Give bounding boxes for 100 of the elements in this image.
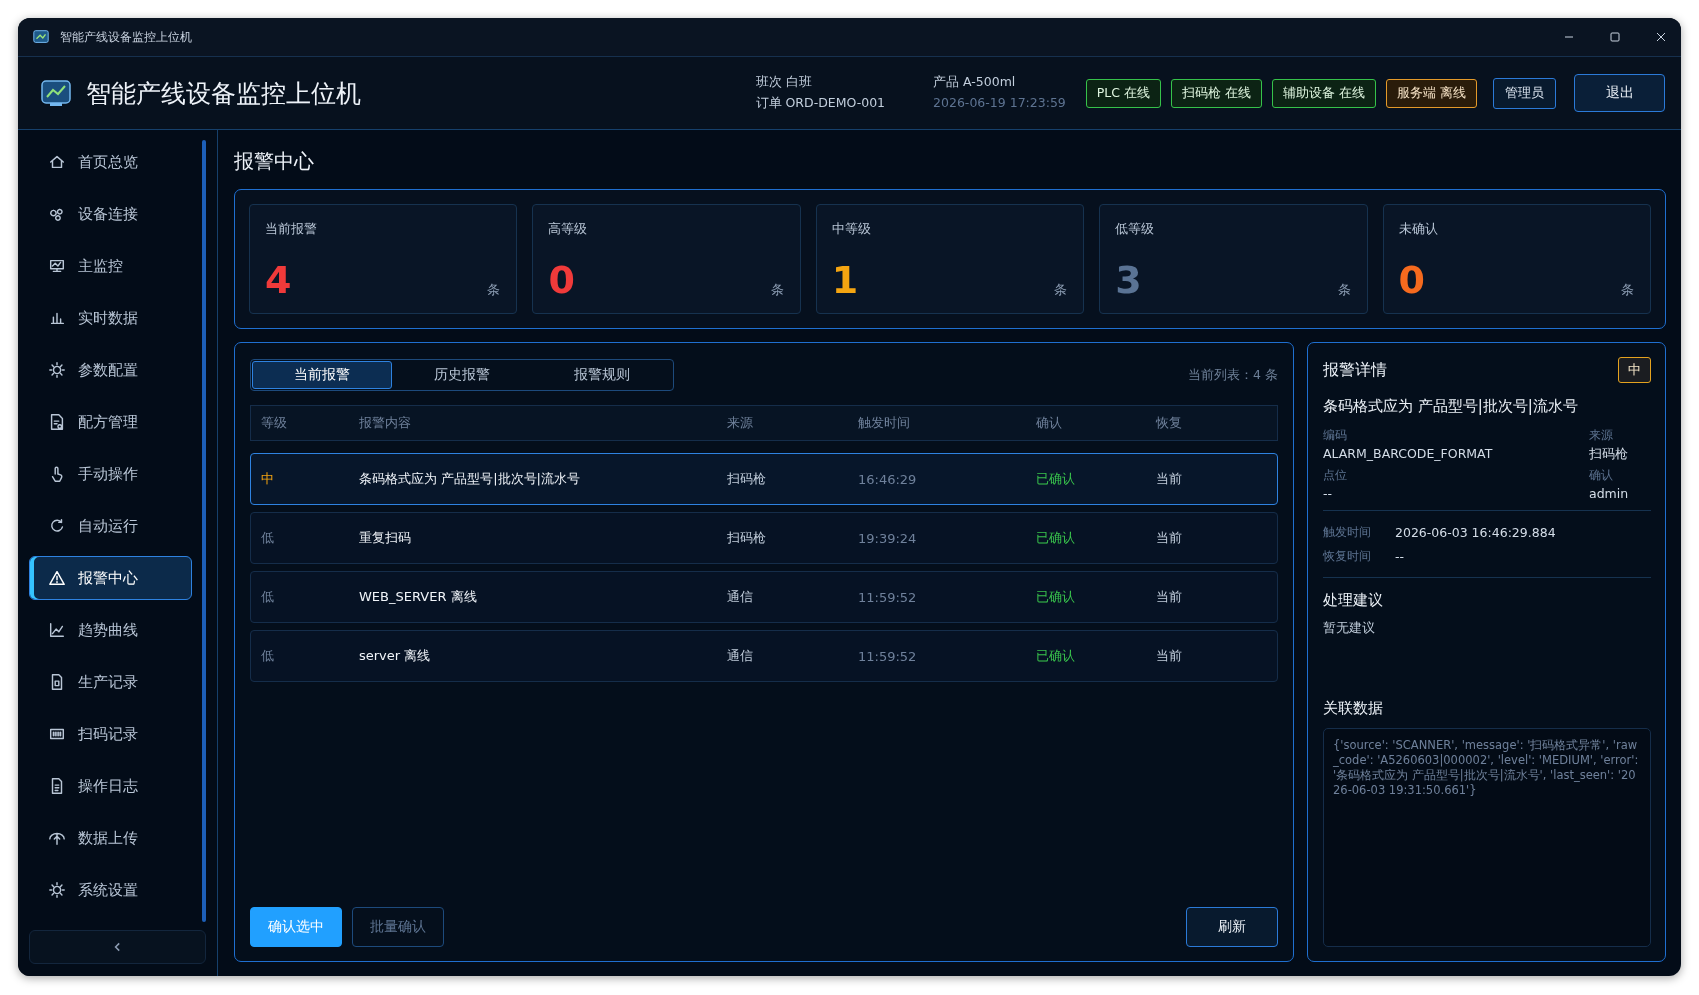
table-cell-text: 11:59:52: [858, 589, 918, 605]
stat-label: 高等级: [548, 221, 589, 238]
table-cell-text: 通信: [727, 647, 754, 665]
stat-unit: 条: [487, 281, 501, 299]
document-icon: [48, 413, 66, 431]
sidebar-item[interactable]: 设备连接: [29, 192, 192, 236]
table-row[interactable]: 低 重复扫码 扫码枪 19:39:24 已确认 当前: [250, 512, 1278, 564]
close-icon[interactable]: [1655, 31, 1667, 43]
date-time: 2026-06-19 17:23:59: [933, 95, 1066, 110]
related-data-text: {'source': 'SCANNER', 'message': '扫码格式异常', 'raw_code': 'A5260603|000002', 'level': 'MEDIUM', 'error': '条码格式应为 产品型号|批次号|流水号', 'last_seen': '2026-06-03 19:31:50.661'}: [1333, 738, 1640, 798]
column-header: 报警内容: [359, 414, 412, 432]
column-header: 等级: [261, 414, 288, 432]
status-badge: 服务端 离线: [1386, 78, 1477, 108]
field-label: 触发时间: [1323, 524, 1372, 540]
table-cell-text: 19:39:24: [858, 530, 918, 546]
column-header: 恢复: [1156, 414, 1183, 432]
logout-button[interactable]: 退出: [1574, 74, 1665, 112]
sidebar-item[interactable]: 生产记录: [29, 660, 192, 704]
tab[interactable]: 当前报警: [252, 361, 392, 389]
sidebar-item[interactable]: 主监控: [29, 244, 192, 288]
field-label: 来源: [1589, 428, 1614, 443]
sidebar-item[interactable]: 操作日志: [29, 764, 192, 808]
stat-value: 1: [831, 261, 859, 299]
tab[interactable]: 报警规则: [532, 361, 672, 389]
table-cell-text: server 离线: [359, 647, 432, 665]
table-cell-text: 11:59:52: [858, 648, 918, 664]
status-badge: 扫码枪 在线: [1171, 78, 1263, 108]
sidebar-item[interactable]: 系统设置: [29, 868, 192, 912]
sidebar-item[interactable]: 自动运行: [29, 504, 192, 548]
stat-label: 未确认: [1398, 221, 1439, 238]
table-cell-text: 条码格式应为 产品型号|批次号|流水号: [359, 470, 581, 488]
stat-value: 3: [1115, 261, 1142, 299]
field-value: admin: [1589, 486, 1630, 501]
table-cell-text: 通信: [727, 588, 754, 606]
monitor-icon: [48, 257, 66, 275]
field-value: --: [1395, 548, 1405, 564]
level-cell-text: 低: [261, 588, 275, 606]
home-icon: [48, 153, 66, 171]
table-cell-text: 扫码枪: [727, 529, 767, 547]
page-title: 报警中心: [234, 148, 315, 175]
stat-unit: 条: [1337, 281, 1351, 299]
user-button[interactable]: 管理员: [1493, 77, 1556, 109]
field-value: 2026-06-03 16:46:29.884: [1395, 524, 1556, 540]
column-header: 确认: [1036, 414, 1063, 432]
maximize-icon[interactable]: [1609, 31, 1621, 43]
table-cell-text: 16:46:29: [858, 471, 918, 487]
stat-label: 中等级: [831, 221, 872, 238]
field-label: 确认: [1589, 468, 1614, 483]
refresh-icon: [48, 517, 66, 535]
table-row[interactable]: 低 WEB_SERVER 离线 通信 11:59:52 已确认 当前: [250, 571, 1278, 623]
refresh-button[interactable]: 刷新: [1186, 907, 1278, 947]
level-cell-text: 中: [261, 470, 275, 488]
level-badge: 中: [1618, 357, 1651, 383]
sidebar-item[interactable]: 数据上传: [29, 816, 192, 860]
table-cell-text: 当前: [1156, 647, 1183, 665]
status-badge: PLC 在线: [1085, 78, 1162, 108]
sidebar-item[interactable]: 手动操作: [29, 452, 192, 496]
table-cell-text: 扫码枪: [727, 470, 767, 488]
field-label: 编码: [1323, 428, 1348, 443]
stat-value: 0: [1398, 261, 1426, 299]
field-value: --: [1323, 486, 1334, 501]
sidebar-item[interactable]: 配方管理: [29, 400, 192, 444]
sidebar-item[interactable]: 参数配置: [29, 348, 192, 392]
line-chart-icon: [48, 621, 66, 639]
column-header: 触发时间: [858, 414, 911, 432]
sidebar-item[interactable]: 趋势曲线: [29, 608, 192, 652]
scrollbar[interactable]: [202, 140, 206, 922]
detail-title: 报警详情: [1323, 359, 1387, 381]
stat-value: 4: [265, 261, 292, 299]
sidebar-item[interactable]: 首页总览: [29, 140, 192, 184]
alarm-message: 条码格式应为 产品型号|批次号|流水号: [1323, 397, 1579, 416]
sidebar-item[interactable]: 报警中心: [29, 556, 192, 600]
sidebar-item[interactable]: 实时数据: [29, 296, 192, 340]
app-logo-icon: [40, 77, 72, 109]
order-info: 订单 ORD-DEMO-001: [755, 95, 886, 112]
table-cell-text: 当前: [1156, 588, 1183, 606]
tab[interactable]: 历史报警: [392, 361, 532, 389]
suggestion-text: 暂无建议: [1323, 620, 1376, 637]
window-title: 智能产线设备监控上位机: [60, 28, 192, 46]
table-cell-text: 重复扫码: [359, 529, 412, 547]
table-cell-text: 当前: [1156, 470, 1183, 488]
stat-value: 0: [548, 261, 575, 299]
app-icon: [32, 28, 50, 46]
table-row[interactable]: 低 server 离线 通信 11:59:52 已确认 当前: [250, 630, 1278, 682]
level-cell-text: 低: [261, 529, 275, 547]
status-badge: 辅助设备 在线: [1272, 78, 1376, 108]
confirm-status: 已确认: [1036, 588, 1076, 606]
field-value: 扫码枪: [1589, 446, 1629, 463]
stat-unit: 条: [1621, 281, 1634, 299]
product-info: 产品 A-500ml: [933, 74, 1017, 91]
table-row[interactable]: 中 条码格式应为 产品型号|批次号|流水号 扫码枪 16:46:29 已确认 当前: [250, 453, 1278, 505]
level-cell-text: 低: [261, 647, 275, 665]
table-cell-text: WEB_SERVER 离线: [359, 588, 478, 606]
table-cell-text: 当前: [1156, 529, 1183, 547]
list-count: 当前列表：4 条: [1188, 366, 1278, 384]
confirm-status: 已确认: [1036, 647, 1076, 665]
field-label: 点位: [1323, 468, 1348, 483]
warning-icon: [48, 569, 66, 587]
confirm-status: 已确认: [1036, 529, 1076, 547]
sidebar-item[interactable]: 扫码记录: [29, 712, 192, 756]
